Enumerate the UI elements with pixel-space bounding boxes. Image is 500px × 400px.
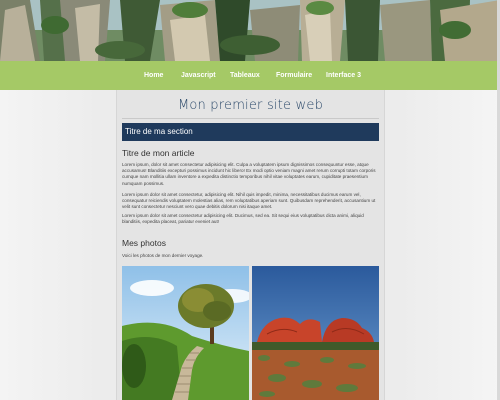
main-navigation: Home Javascript Tableaux Formulaire Inte… — [0, 61, 500, 90]
section-title-bar: Titre de ma section — [122, 123, 379, 141]
article-paragraph-2: Lorem ipsum dolor sit amet consectetur, … — [122, 192, 376, 210]
site-title: Mon premier site web — [177, 98, 324, 113]
photo-hillside-stairs — [122, 266, 249, 400]
mountain-pillars-image — [0, 0, 500, 61]
nav-link-formulaire[interactable]: Formulaire — [276, 61, 312, 90]
title-divider — [122, 118, 379, 119]
photos-title: Mes photos — [122, 238, 166, 248]
photo-red-rocks — [252, 266, 379, 400]
nav-link-home[interactable]: Home — [144, 61, 163, 90]
main-content: Mon premier site web Titre de ma section… — [116, 90, 385, 400]
photos-caption: Voici les photos de mon dernier voyage. — [122, 253, 204, 258]
article-title: Titre de mon article — [122, 148, 195, 158]
article-paragraph-3: Lorem ipsum dolor sit amet consectetur a… — [122, 213, 364, 225]
header-banner-image — [0, 0, 500, 61]
nav-link-javascript[interactable]: Javascript — [181, 61, 216, 90]
article-paragraph-1: Lorem ipsum, dolor sit amet consectetur … — [122, 162, 376, 186]
nav-link-interface-3[interactable]: Interface 3 — [326, 61, 361, 90]
nav-link-tableaux[interactable]: Tableaux — [230, 61, 260, 90]
